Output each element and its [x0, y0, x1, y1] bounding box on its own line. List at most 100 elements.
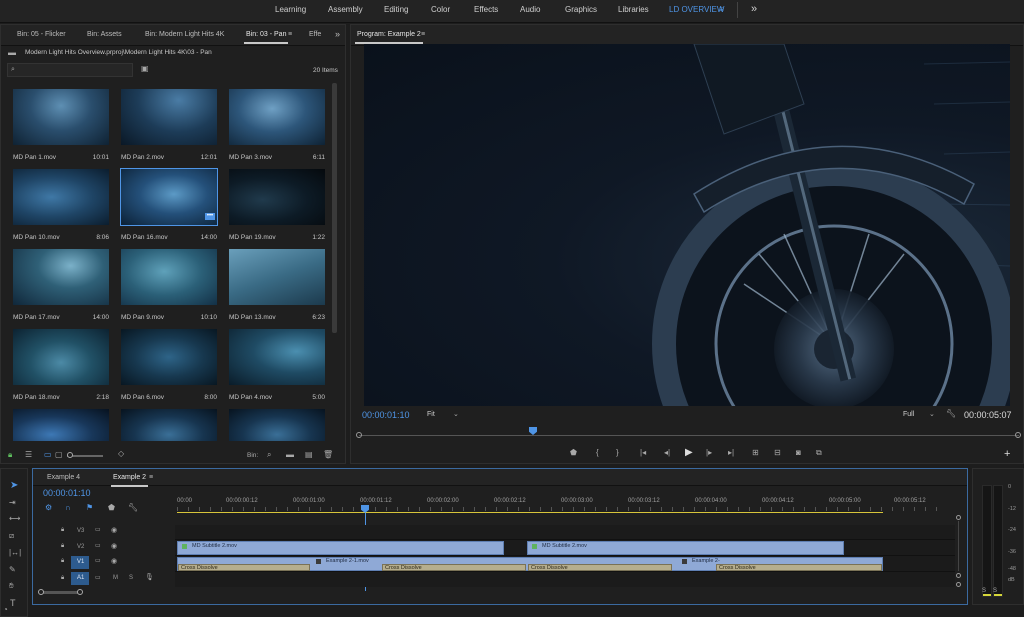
- ruler-ticks[interactable]: [177, 507, 937, 511]
- slip-tool-icon[interactable]: |↔|: [9, 549, 21, 557]
- clip-thumbnail-md-pan-2[interactable]: MD Pan 2.mov 12:01: [121, 89, 225, 167]
- linked-selection-icon[interactable]: ⚑: [86, 504, 93, 512]
- snap-icon[interactable]: ∩: [65, 504, 71, 512]
- tab-bin-flicker[interactable]: Bin: 05 - Flicker: [17, 31, 66, 38]
- add-marker-icon[interactable]: ⬟: [108, 504, 115, 512]
- add-marker-icon[interactable]: ⬟: [570, 449, 577, 457]
- transition-cross-dissolve[interactable]: Cross Dissolve: [178, 564, 310, 571]
- eye-icon[interactable]: ◉: [111, 558, 117, 565]
- vertical-scrollbar[interactable]: [958, 521, 959, 571]
- workspace-menu-icon[interactable]: ≡: [719, 5, 724, 14]
- solo-left-button[interactable]: S: [982, 588, 986, 594]
- tab-program[interactable]: Program: Example 2: [355, 31, 423, 44]
- workspace-effects[interactable]: Effects: [474, 5, 498, 14]
- comparison-view-icon[interactable]: ⧉: [816, 449, 822, 457]
- step-back-icon[interactable]: ◂|: [664, 449, 670, 457]
- workspace-editing[interactable]: Editing: [384, 5, 408, 14]
- scrubber-end-handle[interactable]: [1015, 432, 1021, 438]
- lock-icon[interactable]: 🔒︎: [61, 543, 64, 549]
- razor-tool-icon[interactable]: ⧄: [9, 532, 14, 540]
- zoom-slider[interactable]: [67, 452, 103, 458]
- clip-thumbnail-partial[interactable]: [121, 409, 217, 441]
- step-forward-icon[interactable]: |▸: [706, 449, 712, 457]
- selection-tool-icon[interactable]: ➤: [10, 481, 18, 491]
- tab-overflow-icon[interactable]: »: [335, 29, 340, 39]
- clip-v2-subtitle-1[interactable]: MD Subtitle 2.mov: [177, 541, 504, 555]
- track-label-v2[interactable]: V2: [77, 544, 84, 550]
- clip-thumbnail-md-pan-6[interactable]: MD Pan 6.mov 8:00: [121, 329, 225, 407]
- pen-tool-icon[interactable]: ✎: [9, 566, 16, 574]
- program-menu-icon[interactable]: ≡: [421, 31, 425, 38]
- workspace-assembly[interactable]: Assembly: [328, 5, 363, 14]
- tab-effects[interactable]: Effe: [309, 31, 321, 38]
- extract-icon[interactable]: ⊟: [774, 449, 781, 457]
- workspace-learning[interactable]: Learning: [275, 5, 306, 14]
- track-lane-a1[interactable]: [175, 572, 955, 587]
- track-label-v1[interactable]: V1: [77, 559, 84, 565]
- go-to-out-icon[interactable]: ▸|: [728, 449, 734, 457]
- timeline-zoom-bar[interactable]: [40, 591, 82, 594]
- workspace-audio[interactable]: Audio: [520, 5, 540, 14]
- zoom-handle-right[interactable]: [77, 589, 83, 595]
- timeline-settings-icon[interactable]: 🔧︎: [128, 504, 138, 512]
- track-label-a1[interactable]: A1: [77, 575, 84, 581]
- lock-icon[interactable]: 🔒︎: [61, 558, 64, 564]
- workspace-overflow-icon[interactable]: »: [751, 3, 757, 15]
- vertical-scroll-handle[interactable]: [956, 573, 961, 578]
- transition-cross-dissolve[interactable]: Cross Dissolve: [528, 564, 672, 571]
- zoom-handle-left[interactable]: [38, 589, 44, 595]
- trash-icon[interactable]: 🗑︎: [323, 451, 333, 459]
- sync-lock-icon[interactable]: ▭: [95, 527, 101, 533]
- type-tool-icon[interactable]: T: [10, 599, 16, 608]
- track-lane-v3[interactable]: [175, 525, 955, 540]
- clip-thumbnail-md-pan-10[interactable]: MD Pan 10.mov 8:06: [13, 169, 117, 247]
- solo-button[interactable]: S: [129, 575, 133, 581]
- clip-thumbnail-md-pan-17[interactable]: MD Pan 17.mov 14:00: [13, 249, 117, 327]
- new-bin-icon[interactable]: ▣: [141, 65, 149, 73]
- vertical-scroll-handle[interactable]: [956, 582, 961, 587]
- transition-cross-dissolve[interactable]: Cross Dissolve: [716, 564, 882, 571]
- tab-bin-assets[interactable]: Bin: Assets: [87, 31, 122, 38]
- clip-thumbnail-partial[interactable]: [229, 409, 325, 441]
- workspace-color[interactable]: Color: [431, 5, 450, 14]
- eye-icon[interactable]: ◉: [111, 543, 117, 550]
- timeline-menu-icon[interactable]: ≡: [149, 474, 153, 481]
- zoom-slider-handle[interactable]: [67, 452, 73, 458]
- more-options-icon[interactable]: •••: [205, 213, 215, 220]
- lock-icon[interactable]: 🔒︎: [8, 451, 12, 459]
- program-playhead[interactable]: [529, 427, 537, 435]
- go-to-in-icon[interactable]: |◂: [640, 449, 646, 457]
- fit-dropdown[interactable]: Fit ⌄: [423, 410, 463, 420]
- lock-icon[interactable]: 🔒︎: [61, 575, 64, 581]
- clip-thumbnail-md-pan-18[interactable]: MD Pan 18.mov 2:18: [13, 329, 117, 407]
- clip-thumbnail-md-pan-9[interactable]: MD Pan 9.mov 10:10: [121, 249, 225, 327]
- program-scrubber[interactable]: [359, 435, 1019, 436]
- mark-out-icon[interactable]: }: [616, 449, 619, 457]
- vertical-scroll-handle[interactable]: [956, 515, 961, 520]
- ripple-edit-tool-icon[interactable]: ⟷: [9, 515, 20, 523]
- project-scrollbar[interactable]: [332, 83, 337, 333]
- mute-button[interactable]: M: [113, 575, 118, 581]
- workspace-graphics[interactable]: Graphics: [565, 5, 597, 14]
- freeform-view-icon[interactable]: ▢: [55, 451, 63, 459]
- new-item-icon[interactable]: ▤: [305, 451, 313, 459]
- hand-tool-icon[interactable]: ✋︎: [9, 582, 14, 590]
- resolution-dropdown[interactable]: Full ⌄: [899, 410, 939, 420]
- track-select-tool-icon[interactable]: ⇥: [9, 499, 16, 507]
- workspace-libraries[interactable]: Libraries: [618, 5, 649, 14]
- timeline-timecode[interactable]: 00:00:01:10: [43, 488, 91, 498]
- transition-cross-dissolve[interactable]: Cross Dissolve: [382, 564, 526, 571]
- eye-icon[interactable]: ◉: [111, 527, 117, 534]
- mark-in-icon[interactable]: {: [596, 449, 599, 457]
- clip-thumbnail-md-pan-16[interactable]: ••• MD Pan 16.mov 14:00: [120, 168, 225, 247]
- play-icon[interactable]: ▶: [685, 448, 693, 458]
- microphone-icon[interactable]: 🎙︎: [145, 574, 154, 581]
- tab-menu-icon[interactable]: ≡: [288, 31, 292, 38]
- program-video-frame[interactable]: [364, 44, 1010, 406]
- tab-sequence-example-2[interactable]: Example 2: [110, 474, 149, 487]
- sort-icon[interactable]: ◇: [118, 450, 124, 458]
- add-button-icon[interactable]: +: [1004, 449, 1010, 460]
- clip-thumbnail-md-pan-19[interactable]: MD Pan 19.mov 1:22: [229, 169, 331, 247]
- clip-thumbnail-partial[interactable]: [13, 409, 109, 441]
- lock-icon[interactable]: 🔒︎: [61, 527, 64, 533]
